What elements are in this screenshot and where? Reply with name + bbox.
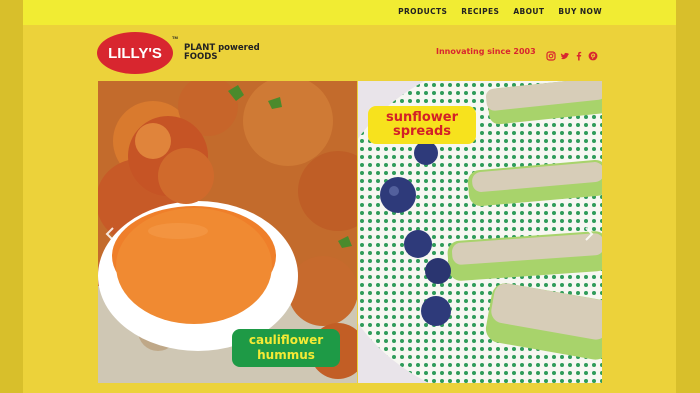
sunflower-spreads-label: sunflower spreads	[368, 106, 476, 144]
facebook-icon[interactable]	[574, 46, 584, 61]
instagram-icon[interactable]	[546, 46, 556, 61]
sunflower-label-line-2: spreads	[392, 124, 452, 139]
nav-buy-now[interactable]: BUY NOW	[558, 7, 602, 16]
chevron-left-icon[interactable]	[104, 226, 116, 242]
trademark: TM	[172, 35, 178, 40]
nav-about[interactable]: ABOUT	[513, 7, 544, 16]
cauliflower-hummus-label: cauliflower hummus	[232, 329, 340, 367]
top-bar: PRODUCTS RECIPES ABOUT BUY NOW	[23, 0, 676, 25]
nav-recipes[interactable]: RECIPES	[461, 7, 499, 16]
twitter-icon[interactable]	[560, 46, 570, 60]
cauliflower-label-line-1: cauliflower	[248, 333, 324, 347]
cauliflower-label-line-2: hummus	[257, 348, 315, 362]
hero-carousel[interactable]: sunflower spreads cauliflower hummus	[98, 81, 602, 383]
chevron-right-icon[interactable]	[583, 226, 595, 242]
innovating-text: Innovating since 2003	[436, 47, 536, 56]
main-nav: PRODUCTS RECIPES ABOUT BUY NOW	[398, 7, 602, 16]
brand-tagline: PLANT powered FOODS	[184, 44, 260, 62]
logo-text: LILLY'S	[108, 45, 162, 62]
page: PRODUCTS RECIPES ABOUT BUY NOW LILLY'S T…	[23, 0, 676, 393]
sunflower-label-line-1: sunflower	[385, 110, 459, 125]
tagline-line-2: FOODS	[184, 52, 218, 62]
pinterest-icon[interactable]	[588, 46, 598, 61]
brand-logo[interactable]: LILLY'S TM	[97, 30, 179, 74]
nav-products[interactable]: PRODUCTS	[398, 7, 447, 16]
social-links	[546, 46, 598, 61]
